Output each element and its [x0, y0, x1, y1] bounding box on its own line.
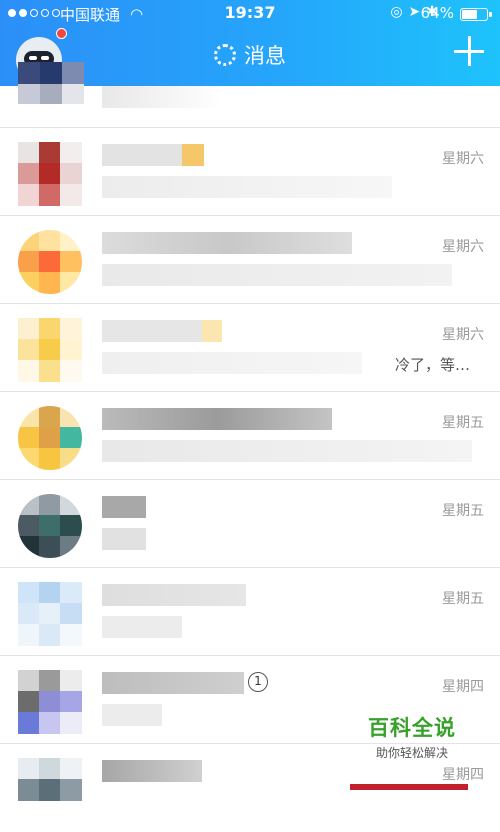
conversation-date: 星期五: [442, 415, 484, 431]
plus-icon[interactable]: [452, 34, 486, 68]
conversation-date: 星期五: [442, 591, 484, 607]
conversation-avatar: [18, 318, 82, 382]
conversation-avatar: [18, 670, 82, 734]
notification-dot: [56, 28, 67, 39]
conversation-avatar: [18, 494, 82, 558]
watermark-bar: [350, 784, 468, 790]
conversation-row[interactable]: 星期五: [0, 392, 500, 480]
page-title-text: 消息: [244, 44, 286, 68]
conversation-row[interactable]: 星期六 冷了，等…: [0, 304, 500, 392]
conversation-avatar: [18, 582, 82, 646]
unread-count-badge: 1: [248, 672, 268, 692]
conversation-avatar: [18, 758, 82, 822]
conversation-avatar: [18, 142, 82, 206]
battery-icon: [460, 8, 488, 21]
watermark-subtitle: 助你轻松解决: [375, 746, 448, 760]
conversation-date: 星期四: [442, 767, 484, 783]
conversation-row[interactable]: 星期六: [0, 128, 500, 216]
conversation-row[interactable]: 星期五: [0, 480, 500, 568]
conversation-date: 星期六: [442, 327, 484, 343]
battery-percent: 64%: [420, 4, 454, 22]
status-bar: 中国联通 ◠ 19:37 ◎➤✱ 64%: [0, 0, 500, 28]
conversation-avatar: [18, 406, 82, 470]
conversation-row[interactable]: 星期五: [0, 568, 500, 656]
conversation-date: 星期六: [442, 151, 484, 167]
conversation-date: 星期六: [442, 239, 484, 255]
conversation-row[interactable]: 星期六: [0, 216, 500, 304]
conversation-avatar: [18, 62, 84, 104]
conversation-avatar: [18, 230, 82, 294]
conversation-date: 星期五: [442, 503, 484, 519]
watermark-title: 百科全说: [368, 716, 456, 740]
conversation-row[interactable]: [0, 62, 500, 128]
watermark: 百科全说 助你轻松解决: [352, 712, 472, 761]
loading-spinner-icon: [214, 44, 236, 66]
message-preview-tail: 冷了，等…: [394, 356, 470, 374]
conversation-date: 星期四: [442, 679, 484, 695]
